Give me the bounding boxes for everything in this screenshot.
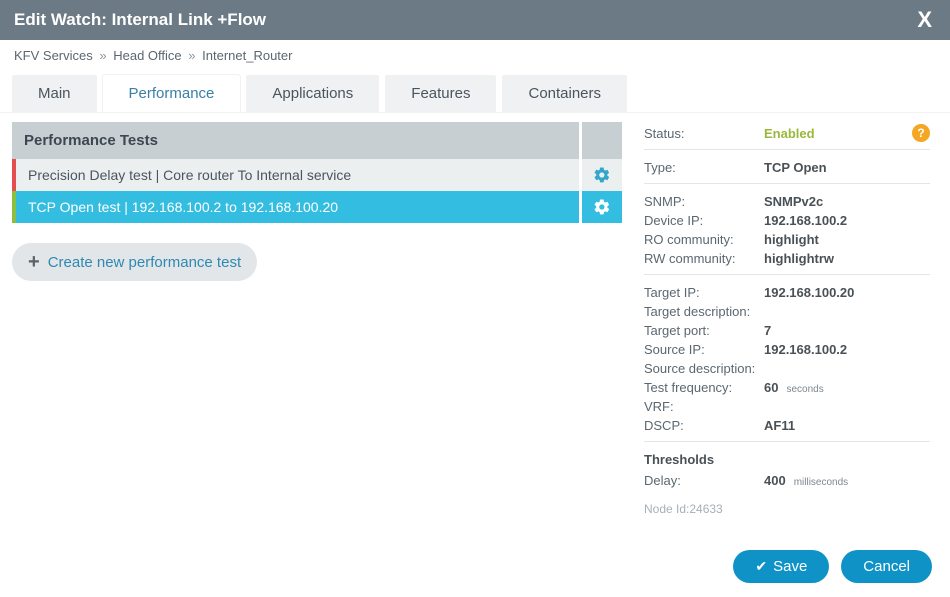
cancel-button-label: Cancel [863, 558, 910, 575]
target-desc-label: Target description: [644, 304, 764, 319]
gear-icon[interactable] [582, 159, 622, 191]
target-port-label: Target port: [644, 323, 764, 338]
divider [644, 441, 930, 442]
breadcrumb-separator-icon: » [99, 48, 106, 63]
breadcrumb-item[interactable]: Internet_Router [202, 48, 292, 63]
help-icon[interactable]: ? [912, 124, 930, 142]
tab-performance[interactable]: Performance [103, 75, 241, 112]
test-freq-value: 60seconds [764, 380, 824, 395]
create-performance-test-button[interactable]: + Create new performance test [12, 243, 257, 281]
target-port-value: 7 [764, 323, 771, 338]
table-row[interactable]: Precision Delay test | Core router To In… [12, 159, 622, 191]
plus-icon: + [28, 252, 40, 272]
ro-community-value: highlight [764, 232, 819, 247]
row-label: Precision Delay test | Core router To In… [12, 159, 579, 191]
delay-value: 400milliseconds [764, 473, 848, 488]
status-value: Enabled [764, 126, 815, 141]
row-label: TCP Open test | 192.168.100.2 to 192.168… [12, 191, 579, 223]
delay-unit: milliseconds [794, 477, 848, 488]
freq-unit: seconds [786, 384, 823, 395]
table-header: Performance Tests [12, 122, 579, 159]
table-header-action-col [582, 122, 622, 159]
tab-containers[interactable]: Containers [502, 75, 627, 112]
source-desc-label: Source description: [644, 361, 764, 376]
delay-label: Delay: [644, 473, 764, 488]
dialog-title: Edit Watch: Internal Link +Flow [14, 10, 266, 30]
type-value: TCP Open [764, 160, 827, 175]
rw-community-value: highlightrw [764, 251, 834, 266]
gear-icon[interactable] [582, 191, 622, 223]
source-ip-value: 192.168.100.2 [764, 342, 847, 357]
snmp-value: SNMPv2c [764, 194, 823, 209]
dialog: Edit Watch: Internal Link +Flow X KFV Se… [0, 0, 950, 597]
source-ip-label: Source IP: [644, 342, 764, 357]
ro-community-label: RO community: [644, 232, 764, 247]
vrf-label: VRF: [644, 399, 764, 414]
breadcrumb-separator-icon: » [188, 48, 195, 63]
status-label: Status: [644, 126, 764, 141]
type-label: Type: [644, 160, 764, 175]
divider [644, 149, 930, 150]
save-button-label: Save [773, 558, 807, 575]
dialog-header: Edit Watch: Internal Link +Flow X [0, 0, 950, 40]
dscp-value: AF11 [764, 418, 795, 433]
tab-main[interactable]: Main [12, 75, 97, 112]
device-ip-value: 192.168.100.2 [764, 213, 847, 228]
snmp-label: SNMP: [644, 194, 764, 209]
target-ip-value: 192.168.100.20 [764, 285, 854, 300]
rw-community-label: RW community: [644, 251, 764, 266]
tab-applications[interactable]: Applications [246, 75, 379, 112]
content-area: Performance Tests Precision Delay test |… [0, 112, 950, 540]
dialog-footer: ✔ Save Cancel [0, 540, 950, 597]
divider [644, 183, 930, 184]
test-freq-label: Test frequency: [644, 380, 764, 395]
divider [644, 274, 930, 275]
cancel-button[interactable]: Cancel [841, 550, 932, 583]
device-ip-label: Device IP: [644, 213, 764, 228]
target-ip-label: Target IP: [644, 285, 764, 300]
tab-features[interactable]: Features [385, 75, 496, 112]
create-button-label: Create new performance test [48, 254, 241, 271]
check-icon: ✔ [755, 558, 767, 575]
node-id: Node Id:24633 [644, 502, 930, 516]
thresholds-title: Thresholds [644, 452, 930, 467]
table-header-row: Performance Tests [12, 122, 622, 159]
breadcrumb: KFV Services » Head Office » Internet_Ro… [0, 40, 950, 71]
save-button[interactable]: ✔ Save [733, 550, 829, 583]
breadcrumb-item[interactable]: Head Office [113, 48, 181, 63]
table-row[interactable]: TCP Open test | 192.168.100.2 to 192.168… [12, 191, 622, 223]
details-pane: ? Status:Enabled Type:TCP Open SNMP:SNMP… [622, 122, 938, 540]
close-icon[interactable]: X [913, 7, 936, 33]
tab-bar: Main Performance Applications Features C… [0, 75, 950, 112]
breadcrumb-item[interactable]: KFV Services [14, 48, 93, 63]
dscp-label: DSCP: [644, 418, 764, 433]
left-pane: Performance Tests Precision Delay test |… [12, 122, 622, 540]
